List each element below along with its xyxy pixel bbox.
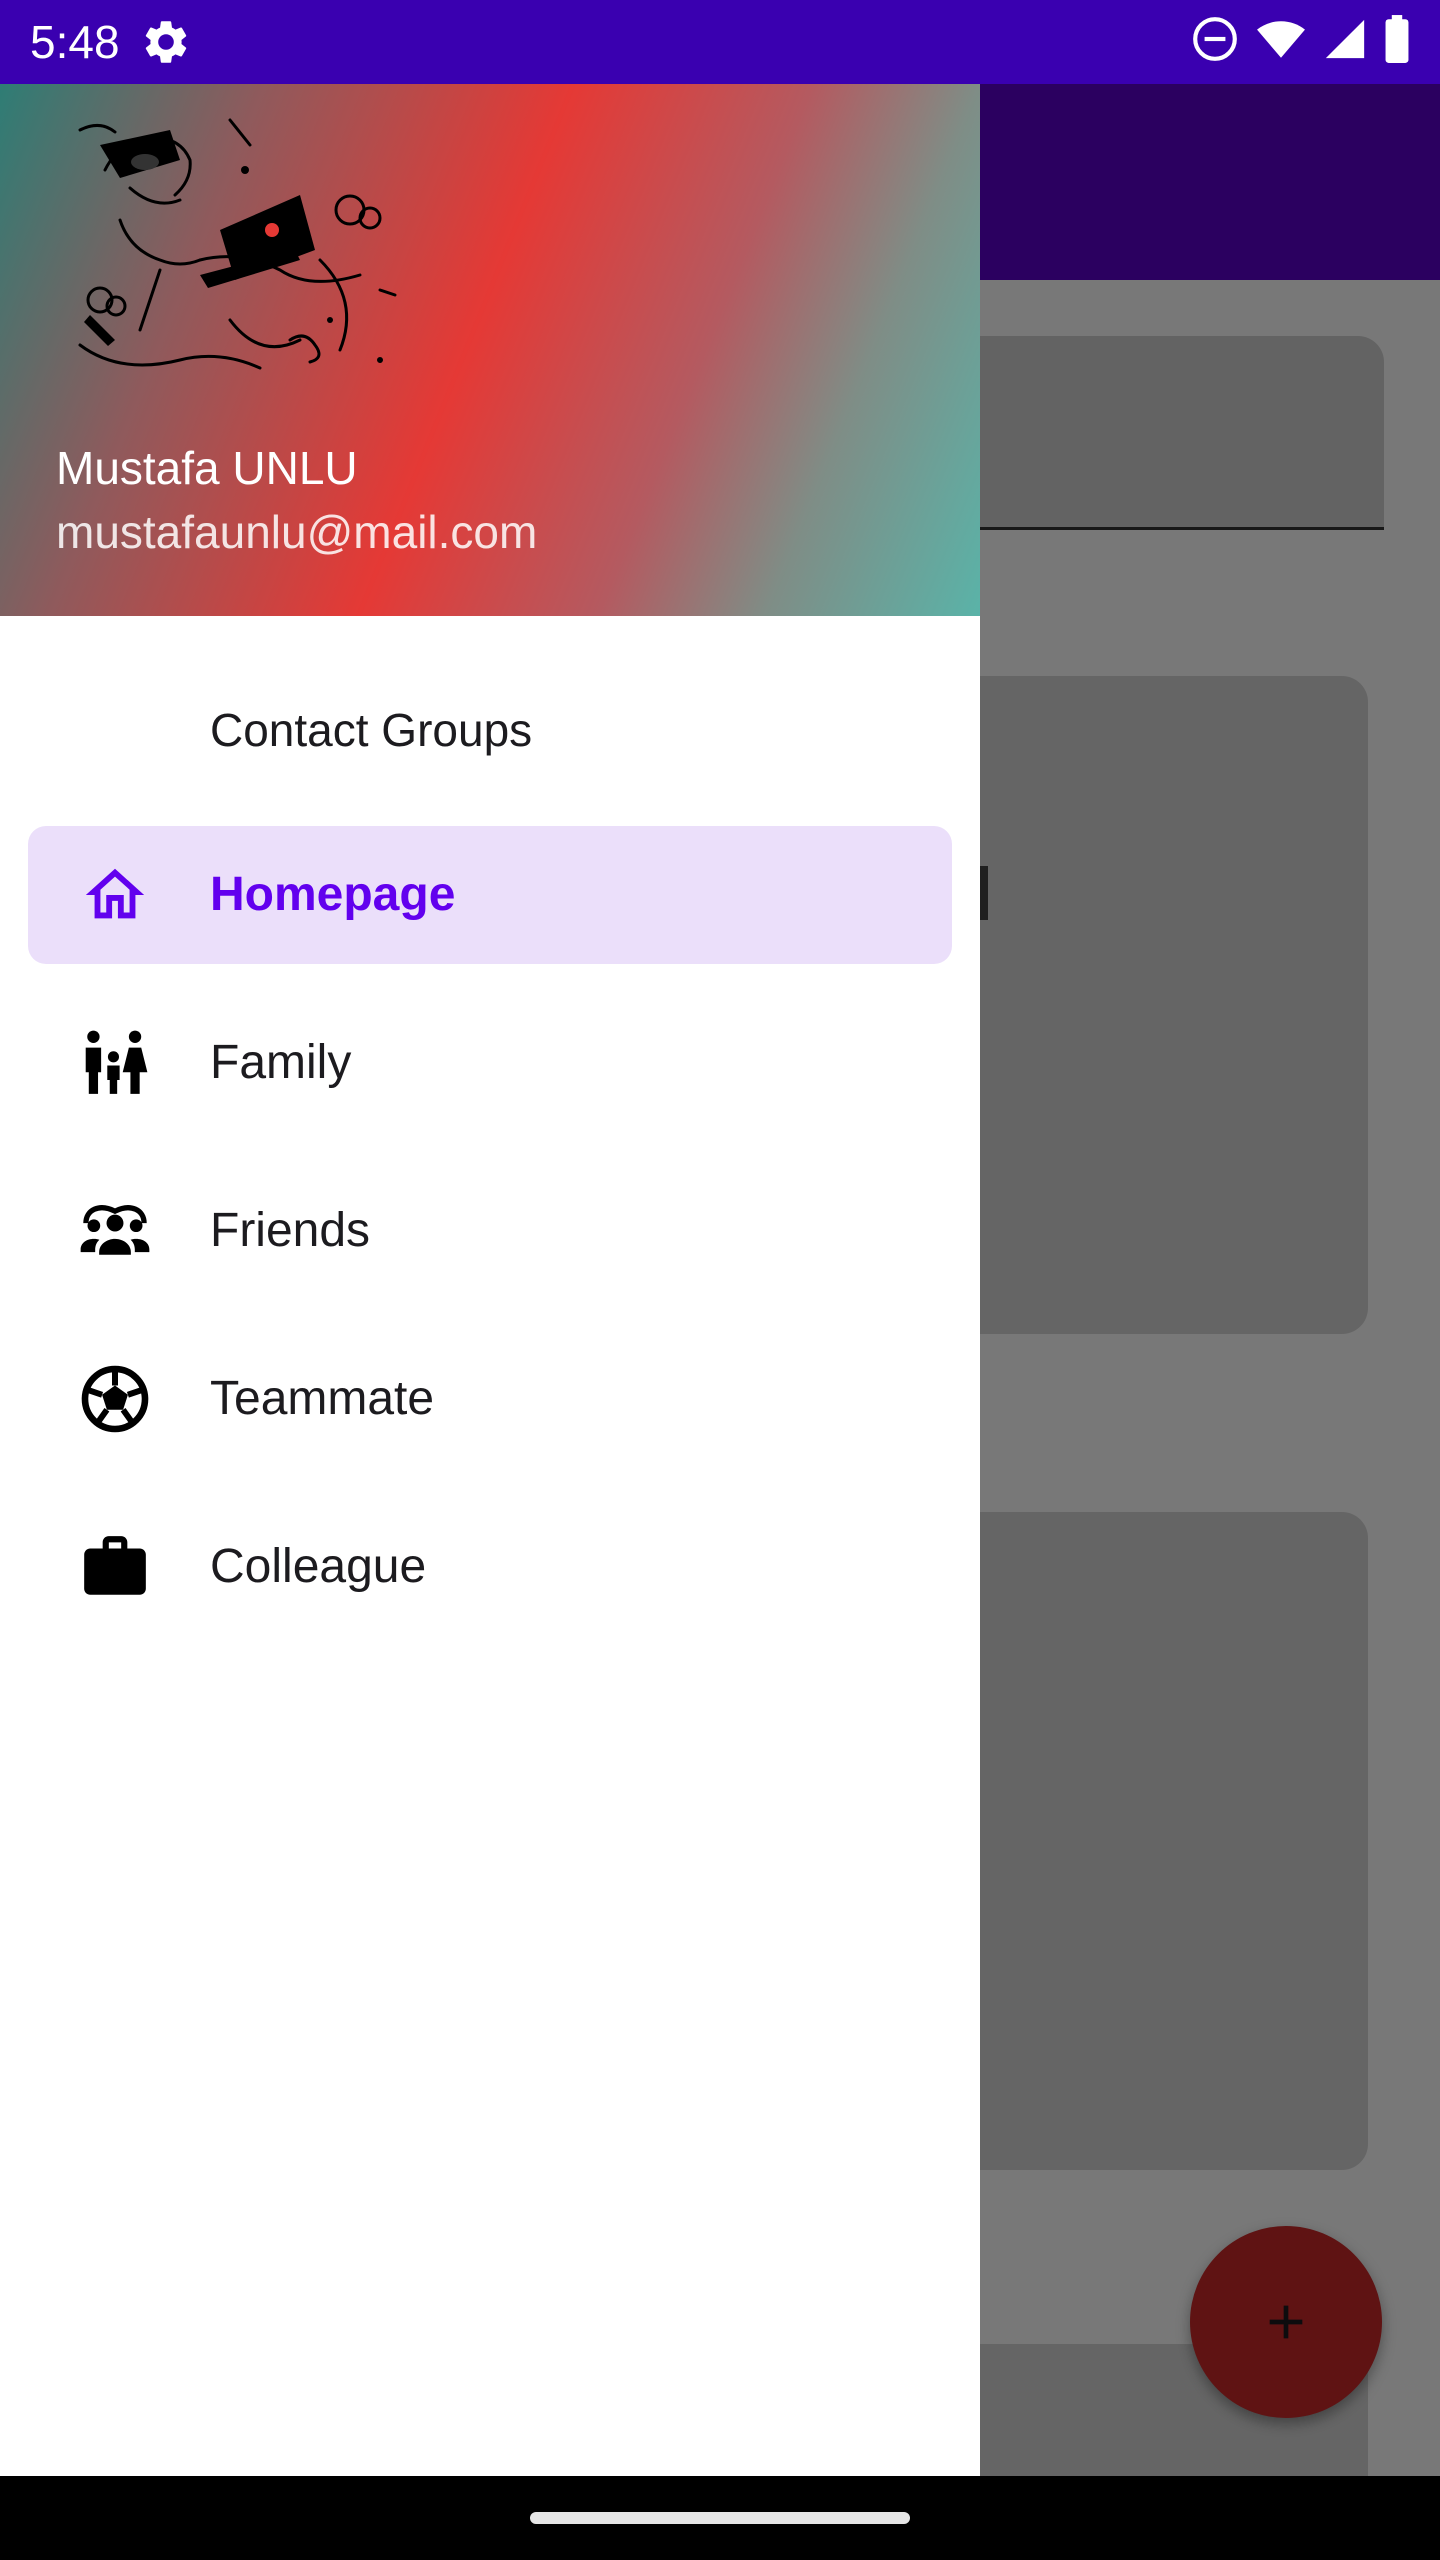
soccer-ball-icon — [78, 1362, 152, 1436]
contact-groups-heading: Contact Groups — [210, 704, 533, 756]
cellular-signal-icon — [1325, 19, 1365, 59]
nav-item-label: Teammate — [210, 1372, 435, 1425]
home-icon — [78, 858, 152, 932]
developer-illustration — [78, 118, 397, 370]
nav-item-label: Family — [210, 1036, 352, 1089]
wifi-icon — [1257, 21, 1305, 58]
status-bar: 5:48 — [0, 0, 1440, 84]
nav-item-teammate[interactable]: Teammate — [28, 1330, 952, 1468]
nav-item-friends[interactable]: Friends — [28, 1162, 952, 1300]
family-icon — [78, 1026, 152, 1100]
nav-item-label: Friends — [210, 1204, 371, 1257]
nav-item-label: Colleague — [210, 1540, 427, 1593]
settings-gear-icon — [145, 21, 187, 63]
battery-icon — [1385, 15, 1409, 63]
user-email: mustafaunlu@mail.com — [56, 506, 538, 558]
nav-item-family[interactable]: Family — [28, 994, 952, 1132]
home-gesture-handle[interactable] — [530, 2512, 910, 2524]
nav-item-colleague[interactable]: Colleague — [28, 1498, 952, 1636]
friends-icon — [78, 1194, 152, 1268]
status-time: 5:48 — [30, 16, 120, 68]
system-navigation-bar — [0, 2476, 1440, 2560]
user-name: Mustafa UNLU — [56, 442, 358, 494]
nav-item-homepage[interactable]: Homepage — [28, 826, 952, 964]
briefcase-icon — [78, 1530, 152, 1604]
nav-item-label: Homepage — [210, 868, 456, 921]
do-not-disturb-icon — [1193, 17, 1237, 61]
navigation-drawer: Mustafa UNLU mustafaunlu@mail.com Contac… — [0, 84, 980, 2476]
drawer-header: Mustafa UNLU mustafaunlu@mail.com — [0, 84, 980, 616]
